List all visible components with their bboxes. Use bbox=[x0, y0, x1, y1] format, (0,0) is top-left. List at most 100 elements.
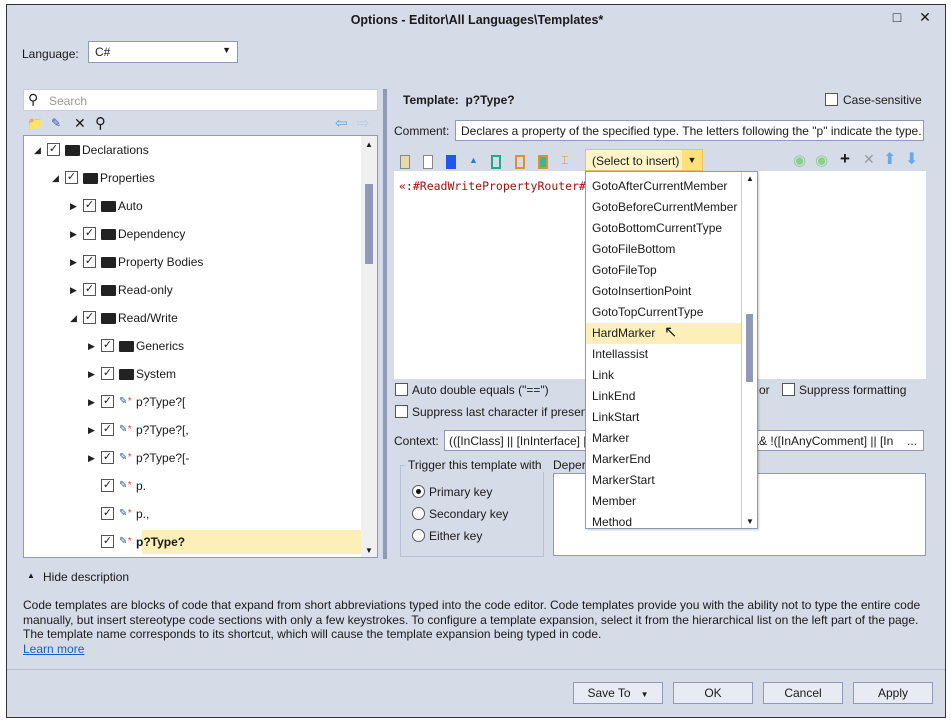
auto-double-equals-checkbox[interactable] bbox=[395, 383, 408, 396]
tree-item-checkbox[interactable]: ✓ bbox=[83, 227, 96, 240]
cancel-button[interactable]: Cancel bbox=[763, 682, 843, 704]
tree-scrollbar[interactable]: ▲ ▼ bbox=[361, 136, 377, 557]
tree-item-checkbox[interactable]: ✓ bbox=[101, 451, 114, 464]
collapsed-arrow-icon[interactable]: ▶ bbox=[88, 334, 95, 358]
collapsed-arrow-icon[interactable]: ▶ bbox=[88, 390, 95, 414]
dropdown-item[interactable]: GotoFileTop bbox=[586, 260, 741, 281]
back-arrow-icon[interactable]: ⇦ bbox=[335, 114, 348, 132]
learn-more-link[interactable]: Learn more bbox=[23, 642, 84, 656]
find-icon[interactable]: ⚲ bbox=[95, 114, 106, 132]
new-template-icon[interactable]: ✎ bbox=[51, 116, 61, 130]
hide-description-toggle[interactable]: Hide description bbox=[43, 570, 129, 584]
tree-item[interactable]: ▶ ✓ Property Bodies bbox=[24, 250, 361, 274]
tree-item-checkbox[interactable]: ✓ bbox=[101, 395, 114, 408]
splitter[interactable] bbox=[383, 89, 387, 559]
context-more[interactable]: ... bbox=[907, 434, 917, 448]
collapsed-arrow-icon[interactable]: ▶ bbox=[70, 222, 77, 246]
expanded-arrow-icon[interactable]: ◢ bbox=[52, 166, 59, 190]
caret-icon[interactable] bbox=[423, 155, 433, 169]
tree-item[interactable]: ▶ ✓ Generics bbox=[24, 334, 361, 358]
collapsed-arrow-icon[interactable]: ▶ bbox=[88, 418, 95, 442]
tree-item-checkbox[interactable]: ✓ bbox=[83, 199, 96, 212]
tree-item[interactable]: ◢ ✓ Declarations bbox=[24, 138, 361, 162]
trigger-radio[interactable] bbox=[412, 507, 425, 520]
dropdown-item[interactable]: LinkStart bbox=[586, 407, 741, 428]
tree-item-checkbox[interactable]: ✓ bbox=[101, 423, 114, 436]
dropdown-item[interactable]: Link bbox=[586, 365, 741, 386]
tree-item-checkbox[interactable]: ✓ bbox=[47, 143, 60, 156]
suppress-last-checkbox[interactable] bbox=[395, 405, 408, 418]
dropdown-item[interactable]: LinkEnd bbox=[586, 386, 741, 407]
search-input[interactable]: ⚲ Search bbox=[23, 89, 378, 111]
add-icon[interactable]: + bbox=[840, 149, 850, 169]
collapsed-arrow-icon[interactable]: ▶ bbox=[70, 278, 77, 302]
close-button[interactable]: ✕ bbox=[915, 9, 935, 26]
expanded-arrow-icon[interactable]: ◢ bbox=[70, 306, 77, 330]
comment-input[interactable]: Declares a property of the specified typ… bbox=[455, 120, 924, 141]
tree-item[interactable]: ✓ ✎* p. bbox=[24, 474, 361, 498]
tree-item[interactable]: ✓ ✎* p., bbox=[24, 502, 361, 526]
tree-item[interactable]: ◢ ✓ Properties bbox=[24, 166, 361, 190]
dropdown-item[interactable]: GotoBeforeCurrentMember bbox=[586, 197, 741, 218]
dropdown-item[interactable]: GotoTopCurrentType bbox=[586, 302, 741, 323]
collapsed-arrow-icon[interactable]: ▶ bbox=[70, 194, 77, 218]
collapse-icon[interactable]: ▲ bbox=[469, 155, 478, 165]
tree-item[interactable]: ▶ ✓ System bbox=[24, 362, 361, 386]
tree-item[interactable]: ◢ ✓ Read/Write bbox=[24, 306, 361, 330]
collapsed-arrow-icon[interactable]: ▶ bbox=[88, 362, 95, 386]
tree-item[interactable]: ✓ ✎* p?Type? bbox=[24, 530, 361, 554]
tree-item[interactable]: ▶ ✓ ✎* p?Type?[ bbox=[24, 390, 361, 414]
move-down-icon[interactable]: ⬇ bbox=[905, 149, 918, 169]
tree-item[interactable]: ▶ ✓ ✎* p?Type?[- bbox=[24, 446, 361, 470]
dropdown-item[interactable]: GotoBottomCurrentType bbox=[586, 218, 741, 239]
dropdown-item[interactable]: GotoAfterCurrentMember bbox=[586, 176, 741, 197]
collapsed-arrow-icon[interactable]: ▶ bbox=[88, 446, 95, 470]
maximize-button[interactable]: □ bbox=[887, 9, 907, 25]
tree-item[interactable]: ▶ ✓ ✎* p?Type?[, bbox=[24, 418, 361, 442]
tree-item-checkbox[interactable]: ✓ bbox=[83, 255, 96, 268]
delete-icon[interactable]: ✕ bbox=[74, 115, 86, 132]
dropdown-item[interactable]: GotoFileBottom bbox=[586, 239, 741, 260]
dropdown-item[interactable]: Member bbox=[586, 491, 741, 512]
language-select[interactable]: C# ▼ bbox=[88, 41, 238, 63]
trigger-radio[interactable] bbox=[412, 529, 425, 542]
suppress-formatting-checkbox[interactable] bbox=[782, 383, 795, 396]
tree-item[interactable]: ▶ ✓ Dependency bbox=[24, 222, 361, 246]
prev-icon[interactable]: ◉ bbox=[793, 151, 806, 169]
field-icon[interactable] bbox=[515, 155, 525, 169]
dropdown-scrollbar[interactable]: ▲ ▼ bbox=[741, 172, 757, 528]
apply-button[interactable]: Apply bbox=[853, 682, 933, 704]
new-folder-icon[interactable]: 📁 bbox=[27, 116, 43, 132]
tree-item-checkbox[interactable]: ✓ bbox=[101, 535, 114, 548]
tree-item-checkbox[interactable]: ✓ bbox=[101, 339, 114, 352]
tree-item-checkbox[interactable]: ✓ bbox=[83, 311, 96, 324]
marker-icon[interactable]: ⌶ bbox=[561, 153, 568, 168]
tree-item-checkbox[interactable]: ✓ bbox=[101, 507, 114, 520]
collapsed-arrow-icon[interactable]: ▶ bbox=[70, 250, 77, 274]
insert-select[interactable]: (Select to insert) ▼ bbox=[585, 149, 703, 171]
dropdown-item[interactable]: MarkerStart bbox=[586, 470, 741, 491]
tree-item-checkbox[interactable]: ✓ bbox=[101, 367, 114, 380]
save-to-button[interactable]: Save To ▼ bbox=[573, 682, 663, 704]
dropdown-item[interactable]: GotoInsertionPoint bbox=[586, 281, 741, 302]
collapse-arrow-icon[interactable]: ▲ bbox=[27, 571, 35, 580]
tree-item[interactable]: ▶ ✓ Read-only bbox=[24, 278, 361, 302]
tree-item-checkbox[interactable]: ✓ bbox=[101, 479, 114, 492]
linked-field-icon[interactable] bbox=[538, 155, 548, 169]
case-sensitive-checkbox[interactable] bbox=[825, 93, 838, 106]
next-icon[interactable]: ◉ bbox=[815, 151, 828, 169]
forward-arrow-icon[interactable]: ⇨ bbox=[357, 114, 370, 132]
remove-icon[interactable]: ✕ bbox=[863, 151, 875, 168]
tree-item[interactable]: ▶ ✓ Auto bbox=[24, 194, 361, 218]
expanded-arrow-icon[interactable]: ◢ bbox=[34, 138, 41, 162]
trigger-radio[interactable] bbox=[412, 485, 425, 498]
dropdown-item[interactable]: Marker bbox=[586, 428, 741, 449]
block-icon[interactable] bbox=[491, 155, 501, 169]
paste-icon[interactable] bbox=[400, 155, 410, 169]
tree-item-checkbox[interactable]: ✓ bbox=[65, 171, 78, 184]
ok-button[interactable]: OK bbox=[673, 682, 753, 704]
selection-icon[interactable] bbox=[446, 155, 456, 169]
dropdown-item[interactable]: MarkerEnd bbox=[586, 449, 741, 470]
dropdown-item[interactable]: Intellassist bbox=[586, 344, 741, 365]
tree-item-checkbox[interactable]: ✓ bbox=[83, 283, 96, 296]
